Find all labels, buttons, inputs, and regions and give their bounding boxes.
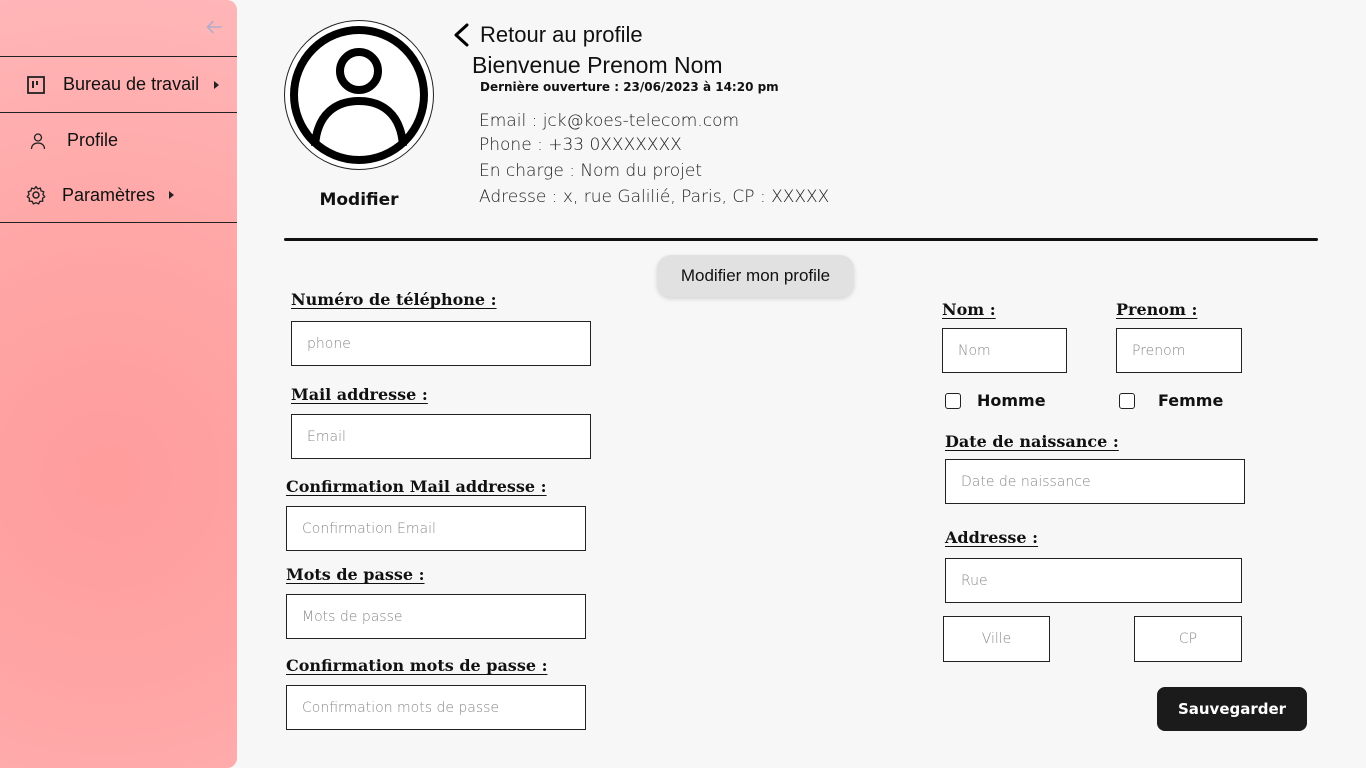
profile-address: Adresse : x, rue Galilié, Paris, CP : XX…	[479, 187, 830, 207]
city-input[interactable]	[943, 616, 1050, 662]
back-arrow-icon[interactable]	[204, 18, 224, 38]
birthdate-input[interactable]	[945, 459, 1245, 504]
birthdate-label: Date de naissance :	[945, 432, 1119, 451]
caret-right-icon	[214, 80, 219, 89]
sidebar: Bureau de travail Profile Paramètres	[0, 0, 237, 768]
workspace-icon	[26, 75, 46, 95]
back-to-profile-link[interactable]: Retour au profile	[450, 22, 643, 48]
email-confirm-input[interactable]	[286, 506, 586, 551]
profile-in-charge: En charge : Nom du projet	[479, 161, 703, 181]
sidebar-item-label: Paramètres	[62, 184, 156, 205]
gear-icon	[26, 185, 46, 205]
back-link-label: Retour au profile	[480, 22, 643, 47]
phone-label: Numéro de téléphone :	[291, 290, 497, 309]
email-input[interactable]	[291, 414, 591, 459]
nom-input[interactable]	[942, 328, 1067, 373]
sidebar-item-label: Profile	[67, 130, 119, 150]
sidebar-item-parametres[interactable]: Paramètres	[0, 168, 237, 223]
sidebar-item-profile[interactable]: Profile	[0, 113, 237, 168]
mail-confirm-label: Confirmation Mail addresse :	[286, 477, 547, 496]
last-open-text: Dernière ouverture : 23/06/2023 à 14:20 …	[480, 80, 779, 94]
homme-label: Homme	[977, 391, 1046, 410]
mail-label: Mail addresse :	[291, 385, 428, 404]
edit-profile-heading[interactable]: Modifier mon profile	[657, 255, 854, 297]
femme-label: Femme	[1158, 391, 1224, 410]
modify-avatar-button[interactable]: Modifier	[299, 190, 419, 210]
femme-checkbox[interactable]	[1119, 393, 1135, 409]
avatar	[284, 20, 434, 170]
chevron-left-icon	[454, 23, 469, 47]
user-icon	[28, 131, 48, 151]
homme-checkbox[interactable]	[945, 393, 961, 409]
phone-input[interactable]	[291, 321, 591, 366]
address-label: Addresse :	[945, 528, 1039, 547]
profile-phone: Phone : +33 0XXXXXXX	[479, 135, 682, 155]
nom-label: Nom :	[942, 300, 996, 319]
welcome-title: Bienvenue Prenom Nom	[472, 52, 723, 78]
divider	[284, 238, 1318, 241]
sidebar-item-bureau-de-travail[interactable]: Bureau de travail	[0, 56, 237, 113]
sidebar-item-label: Bureau de travail	[63, 74, 200, 94]
sidebar-menu: Bureau de travail Profile Paramètres	[0, 56, 237, 223]
password-input[interactable]	[286, 594, 586, 639]
postcode-input[interactable]	[1134, 616, 1242, 662]
password-confirm-input[interactable]	[286, 685, 586, 730]
user-avatar-icon	[290, 26, 428, 164]
password-label: Mots de passe :	[286, 565, 425, 584]
password-confirm-label: Confirmation mots de passe :	[286, 656, 548, 675]
caret-right-icon	[169, 191, 174, 199]
prenom-label: Prenom :	[1116, 300, 1198, 319]
save-button[interactable]: Sauvegarder	[1157, 687, 1307, 731]
street-input[interactable]	[945, 558, 1242, 603]
prenom-input[interactable]	[1116, 328, 1242, 373]
profile-email: Email : jck@koes-telecom.com	[479, 111, 740, 131]
